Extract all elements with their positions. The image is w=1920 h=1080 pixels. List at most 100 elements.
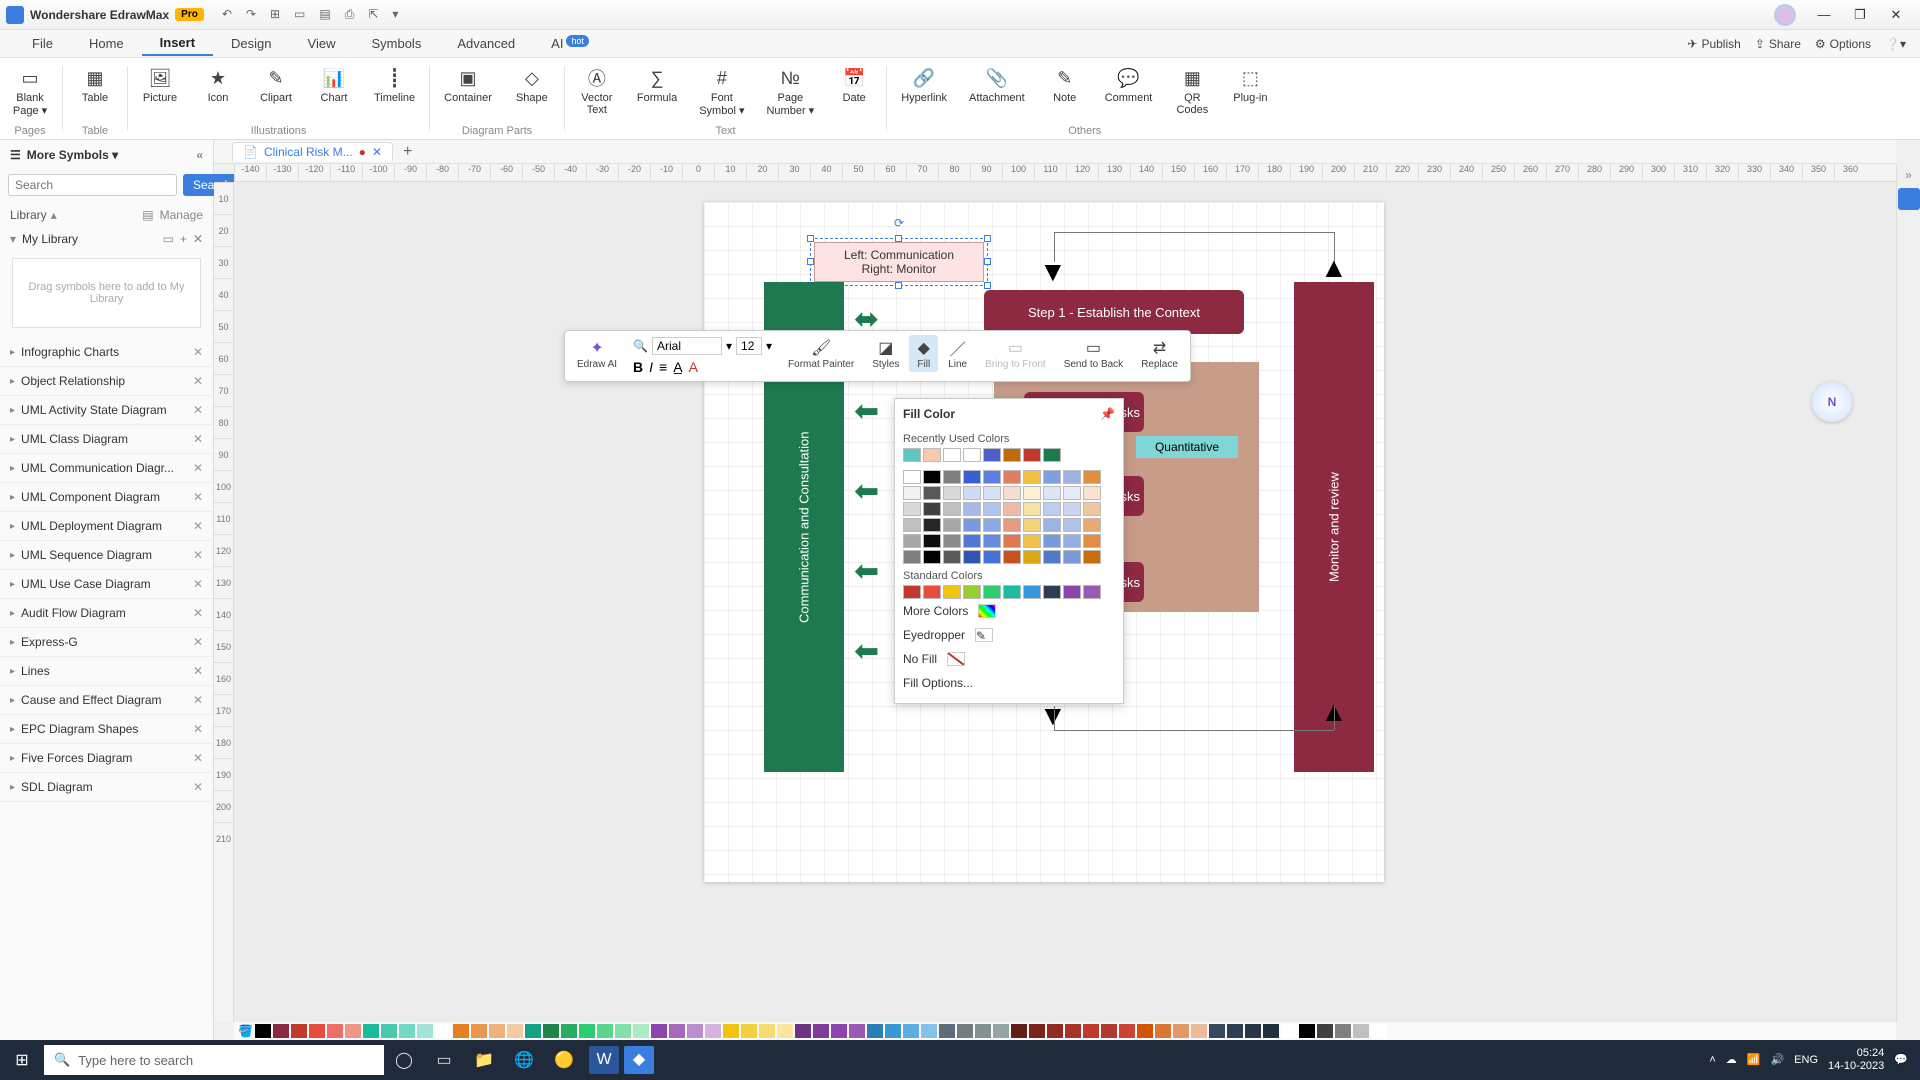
color-swatch[interactable] [1023, 448, 1041, 462]
color-swatch[interactable] [1023, 534, 1041, 548]
palette-swatch[interactable] [957, 1024, 973, 1038]
color-swatch[interactable] [903, 585, 921, 599]
styles-button[interactable]: ◪Styles [864, 335, 907, 372]
color-swatch[interactable] [1043, 470, 1061, 484]
word-icon[interactable]: W [589, 1046, 619, 1074]
color-swatch[interactable] [903, 470, 921, 484]
category-item[interactable]: ▸Audit Flow Diagram✕ [0, 599, 213, 628]
menu-design[interactable]: Design [213, 32, 289, 55]
document-tab[interactable]: 📄 Clinical Risk M... ● ✕ [232, 142, 393, 161]
tray-chevron-icon[interactable]: ˄ [1709, 1054, 1715, 1067]
palette-swatch[interactable] [1155, 1024, 1171, 1038]
category-close-icon[interactable]: ✕ [193, 374, 203, 388]
category-close-icon[interactable]: ✕ [193, 693, 203, 707]
color-swatch[interactable] [903, 502, 921, 516]
ribbon-vector-text[interactable]: ⒶVectorText [573, 62, 621, 121]
palette-swatch[interactable] [345, 1024, 361, 1038]
category-item[interactable]: ▸EPC Diagram Shapes✕ [0, 715, 213, 744]
color-swatch[interactable] [1083, 585, 1101, 599]
palette-swatch[interactable] [1083, 1024, 1099, 1038]
qat-print-icon[interactable]: ⎙ [345, 7, 355, 22]
align-button[interactable]: ≡ [659, 359, 667, 375]
color-swatch[interactable] [1023, 585, 1041, 599]
palette-swatch[interactable] [939, 1024, 955, 1038]
palette-swatch[interactable] [1137, 1024, 1153, 1038]
palette-swatch[interactable] [561, 1024, 577, 1038]
maximize-button[interactable]: ❐ [1842, 7, 1878, 23]
palette-swatch[interactable] [849, 1024, 865, 1038]
palette-swatch[interactable] [309, 1024, 325, 1038]
color-swatch[interactable] [963, 502, 981, 516]
color-swatch[interactable] [963, 448, 981, 462]
color-swatch[interactable] [1023, 502, 1041, 516]
quantitative-tag[interactable]: Quantitative [1136, 436, 1238, 458]
palette-swatch[interactable] [813, 1024, 829, 1038]
symbol-dropzone[interactable]: Drag symbols here to add to My Library [12, 258, 201, 328]
qat-export-icon[interactable]: ⇱ [368, 7, 378, 22]
font-size-input[interactable] [736, 337, 762, 355]
color-swatch[interactable] [1003, 486, 1021, 500]
color-swatch[interactable] [1083, 534, 1101, 548]
notifications-icon[interactable]: 💬 [1894, 1054, 1908, 1067]
category-close-icon[interactable]: ✕ [193, 432, 203, 446]
palette-swatch[interactable] [579, 1024, 595, 1038]
category-item[interactable]: ▸UML Component Diagram✕ [0, 483, 213, 512]
color-swatch[interactable] [1063, 502, 1081, 516]
palette-swatch[interactable] [1299, 1024, 1315, 1038]
publish-button[interactable]: ✈ Publish [1687, 37, 1740, 51]
fontcolor-button[interactable]: A [689, 359, 698, 375]
category-close-icon[interactable]: ✕ [193, 461, 203, 475]
color-swatch[interactable] [903, 448, 921, 462]
highlight-button[interactable]: A̲ [673, 359, 682, 375]
qat-save-icon[interactable]: ▤ [319, 7, 330, 22]
color-swatch[interactable] [963, 518, 981, 532]
palette-swatch[interactable] [435, 1024, 451, 1038]
rotate-handle-icon[interactable]: ⟳ [894, 216, 904, 230]
edrawmax-taskbar-icon[interactable]: ◆ [624, 1046, 654, 1074]
color-swatch[interactable] [1023, 518, 1041, 532]
palette-swatch[interactable] [1317, 1024, 1333, 1038]
ribbon-table[interactable]: ▦Table [71, 62, 119, 108]
color-swatch[interactable] [1043, 518, 1061, 532]
manage-icon[interactable]: ▤ [142, 208, 153, 222]
menu-home[interactable]: Home [71, 32, 142, 55]
palette-swatch[interactable] [903, 1024, 919, 1038]
mylib-chevron-icon[interactable]: ▾ [10, 232, 16, 246]
palette-swatch[interactable] [669, 1024, 685, 1038]
ribbon-picture[interactable]: 🖼Picture [136, 62, 184, 108]
step1-box[interactable]: Step 1 - Establish the Context [984, 290, 1244, 334]
category-close-icon[interactable]: ✕ [193, 403, 203, 417]
category-close-icon[interactable]: ✕ [193, 606, 203, 620]
color-swatch[interactable] [903, 486, 921, 500]
color-swatch[interactable] [923, 534, 941, 548]
minimize-button[interactable]: — [1806, 7, 1842, 22]
category-close-icon[interactable]: ✕ [193, 548, 203, 562]
ribbon-timeline[interactable]: ┋Timeline [368, 62, 421, 108]
ai-assistant-bubble[interactable]: N [1812, 382, 1852, 422]
palette-swatch[interactable] [363, 1024, 379, 1038]
color-swatch[interactable] [963, 486, 981, 500]
color-swatch[interactable] [943, 448, 961, 462]
color-swatch[interactable] [923, 585, 941, 599]
palette-swatch[interactable] [489, 1024, 505, 1038]
tray-volume-icon[interactable]: 🔊 [1770, 1054, 1784, 1067]
color-swatch[interactable] [1063, 534, 1081, 548]
category-item[interactable]: ▸UML Communication Diagr...✕ [0, 454, 213, 483]
color-swatch[interactable] [1003, 550, 1021, 564]
category-item[interactable]: ▸Express-G✕ [0, 628, 213, 657]
ribbon-qr-codes[interactable]: ▦QRCodes [1168, 62, 1216, 120]
palette-swatch[interactable] [417, 1024, 433, 1038]
canvas[interactable]: ▼ ▲ Left: Communication Right: Monitor ⟳… [234, 182, 1896, 1022]
color-swatch[interactable] [983, 448, 1001, 462]
palette-swatch[interactable] [543, 1024, 559, 1038]
mylib-add-icon[interactable]: ▭ [163, 232, 174, 246]
palette-swatch[interactable] [831, 1024, 847, 1038]
help-icon[interactable]: ❔▾ [1885, 37, 1906, 51]
menu-symbols[interactable]: Symbols [353, 32, 439, 55]
palette-swatch[interactable] [1263, 1024, 1279, 1038]
palette-swatch[interactable] [975, 1024, 991, 1038]
color-swatch[interactable] [983, 550, 1001, 564]
palette-swatch[interactable] [687, 1024, 703, 1038]
color-swatch[interactable] [1083, 502, 1101, 516]
palette-swatch[interactable] [381, 1024, 397, 1038]
